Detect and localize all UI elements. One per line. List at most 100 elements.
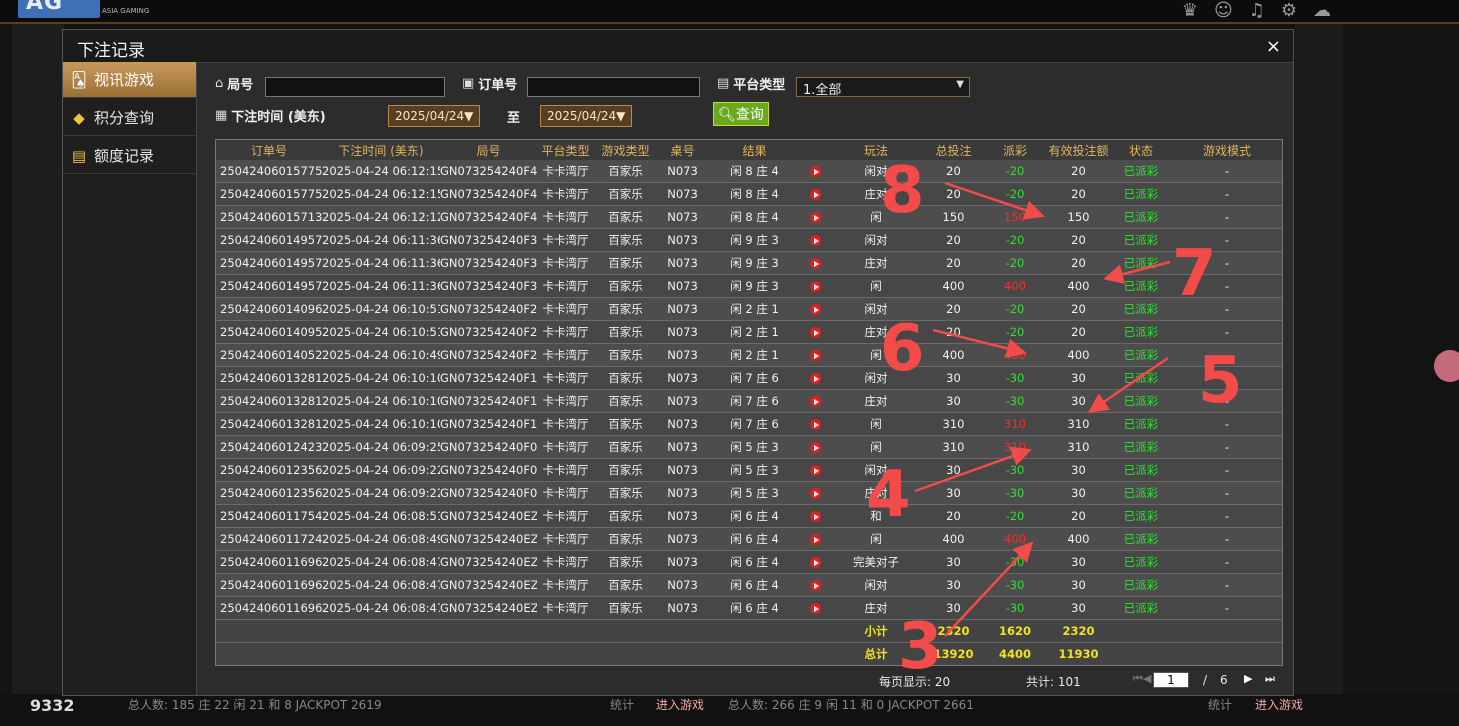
order-label: ▣ 订单号 xyxy=(462,76,518,93)
chat-icon[interactable]: ☁ xyxy=(1313,0,1331,21)
music-icon[interactable]: ♫ xyxy=(1249,0,1265,21)
ag-logo: AG xyxy=(18,0,100,18)
play-video-icon[interactable] xyxy=(810,258,821,269)
cell-bet-type: 庄对 xyxy=(830,596,922,620)
cell-result: 闲 9 庄 3 xyxy=(708,228,801,252)
sidebar-item-credit-record[interactable]: ▤ 额度记录 xyxy=(63,138,196,174)
last-page-icon[interactable]: ⏭ xyxy=(1265,672,1275,686)
settings-gear-icon[interactable]: ⚙ xyxy=(1281,0,1297,21)
cell-round-id: GN073254240F0 xyxy=(440,435,537,459)
cell-total-bet: 20 xyxy=(922,320,985,344)
replay-cell xyxy=(801,205,830,229)
replay-cell xyxy=(801,320,830,344)
play-video-icon[interactable] xyxy=(810,465,821,476)
cell-bet-time: 2025-04-24 06:10:10 xyxy=(322,366,440,390)
cell-bet-type: 和 xyxy=(830,504,922,528)
table-stats-2: 总人数: 266 庄 9 闲 11 和 0 JACKPOT 2661 xyxy=(728,698,974,712)
cell-status: 已派彩 xyxy=(1112,366,1170,390)
play-video-icon[interactable] xyxy=(810,557,821,568)
cell-order-id: 250424060116967 xyxy=(216,550,322,574)
cell-valid-bet: 30 xyxy=(1045,550,1112,574)
play-video-icon[interactable] xyxy=(810,373,821,384)
play-video-icon[interactable] xyxy=(810,396,821,407)
cell-result: 闲 7 庄 6 xyxy=(708,366,801,390)
sidebar-item-live-games[interactable]: 🂡 视讯游戏 xyxy=(63,62,196,98)
date-from-picker[interactable]: 2025/04/24▼ xyxy=(388,105,480,127)
total-total-bet: 13920 xyxy=(922,642,985,665)
cell-bet-type: 闲 xyxy=(830,527,922,551)
cell-valid-bet: 400 xyxy=(1045,343,1112,367)
cell-bet-type: 庄对 xyxy=(830,389,922,413)
user-icon[interactable]: ☺ xyxy=(1214,0,1233,21)
prev-page-icon[interactable]: ◀ xyxy=(1143,672,1151,685)
table-row: 250424060157759 2025-04-24 06:12:15 GN0732… xyxy=(216,160,1282,183)
cell-game-mode: - xyxy=(1170,320,1282,344)
cell-payout: -30 xyxy=(985,550,1045,574)
cell-platform: 卡卡湾厅 xyxy=(537,573,594,597)
search-icon: 🔍︎ xyxy=(718,107,736,123)
stats-link-2[interactable]: 统计 xyxy=(1208,696,1232,713)
play-video-icon[interactable] xyxy=(810,603,821,614)
cell-table-no: N073 xyxy=(657,527,708,551)
enter-game-button-2[interactable]: 进入游戏 xyxy=(1255,696,1303,713)
play-video-icon[interactable] xyxy=(810,189,821,200)
cell-order-id: 250424060149576 xyxy=(216,228,322,252)
play-video-icon[interactable] xyxy=(810,442,821,453)
sidebar-item-label: 视讯游戏 xyxy=(94,71,155,89)
play-video-icon[interactable] xyxy=(810,534,821,545)
cell-table-no: N073 xyxy=(657,343,708,367)
cell-status: 已派彩 xyxy=(1112,297,1170,321)
cell-bet-time: 2025-04-24 06:10:51 xyxy=(322,320,440,344)
list-icon: ▤ xyxy=(717,76,730,91)
cell-game-type: 百家乐 xyxy=(594,274,657,298)
column-header: 桌号 xyxy=(657,140,708,160)
cell-bet-time: 2025-04-24 06:08:47 xyxy=(322,596,440,620)
vip-icon[interactable]: ♛ xyxy=(1182,0,1198,21)
platform-select[interactable]: 1.全部 ▼ xyxy=(796,77,970,98)
cell-round-id: GN073254240F4 xyxy=(440,160,537,183)
cell-round-id: GN073254240F0 xyxy=(440,481,537,505)
cell-bet-time: 2025-04-24 06:11:36 xyxy=(322,274,440,298)
enter-game-button-1[interactable]: 进入游戏 xyxy=(656,696,704,713)
play-video-icon[interactable] xyxy=(810,580,821,591)
table-header-row: 订单号 下注时间 (美东) 局号 平台类型 游戏类型 桌号 结果 玩法 总投注 派彩 有效投注额 状态… xyxy=(216,140,1282,160)
play-video-icon[interactable] xyxy=(810,511,821,522)
table-stats-1: 总人数: 185 庄 22 闲 21 和 8 JACKPOT 2619 xyxy=(128,698,382,712)
play-video-icon[interactable] xyxy=(810,350,821,361)
play-video-icon[interactable] xyxy=(810,166,821,177)
cell-game-mode: - xyxy=(1170,228,1282,252)
page-number-input[interactable] xyxy=(1153,672,1189,688)
cell-order-id: 250424060116966 xyxy=(216,573,322,597)
cell-table-no: N073 xyxy=(657,251,708,275)
close-icon[interactable]: × xyxy=(1266,36,1281,57)
subtotal-total-bet: 2320 xyxy=(922,619,985,643)
date-to-picker[interactable]: 2025/04/24▼ xyxy=(540,105,632,127)
round-input[interactable] xyxy=(265,77,445,97)
cell-payout: -20 xyxy=(985,228,1045,252)
first-page-icon[interactable]: ⏮ xyxy=(1133,672,1143,686)
play-video-icon[interactable] xyxy=(810,327,821,338)
cell-bet-type: 闲对 xyxy=(830,228,922,252)
cell-total-bet: 30 xyxy=(922,596,985,620)
cell-platform: 卡卡湾厅 xyxy=(537,182,594,206)
cell-valid-bet: 20 xyxy=(1045,182,1112,206)
floating-chat-button[interactable] xyxy=(1434,350,1459,382)
order-input[interactable] xyxy=(527,77,700,97)
cell-table-no: N073 xyxy=(657,228,708,252)
play-video-icon[interactable] xyxy=(810,304,821,315)
cell-bet-time: 2025-04-24 06:08:47 xyxy=(322,550,440,574)
play-video-icon[interactable] xyxy=(810,419,821,430)
cell-round-id: GN073254240F2 xyxy=(440,320,537,344)
play-video-icon[interactable] xyxy=(810,281,821,292)
query-button[interactable]: 🔍︎查询 xyxy=(713,102,769,126)
cell-payout: -30 xyxy=(985,458,1045,482)
play-video-icon[interactable] xyxy=(810,235,821,246)
play-video-icon[interactable] xyxy=(810,212,821,223)
play-video-icon[interactable] xyxy=(810,488,821,499)
stats-link-1[interactable]: 统计 xyxy=(610,696,634,713)
cell-total-bet: 20 xyxy=(922,297,985,321)
sidebar-item-points-query[interactable]: ◆ 积分查询 xyxy=(63,100,196,136)
cell-valid-bet: 30 xyxy=(1045,366,1112,390)
next-page-icon[interactable]: ▶ xyxy=(1244,672,1252,685)
cell-bet-time: 2025-04-24 06:12:15 xyxy=(322,160,440,183)
